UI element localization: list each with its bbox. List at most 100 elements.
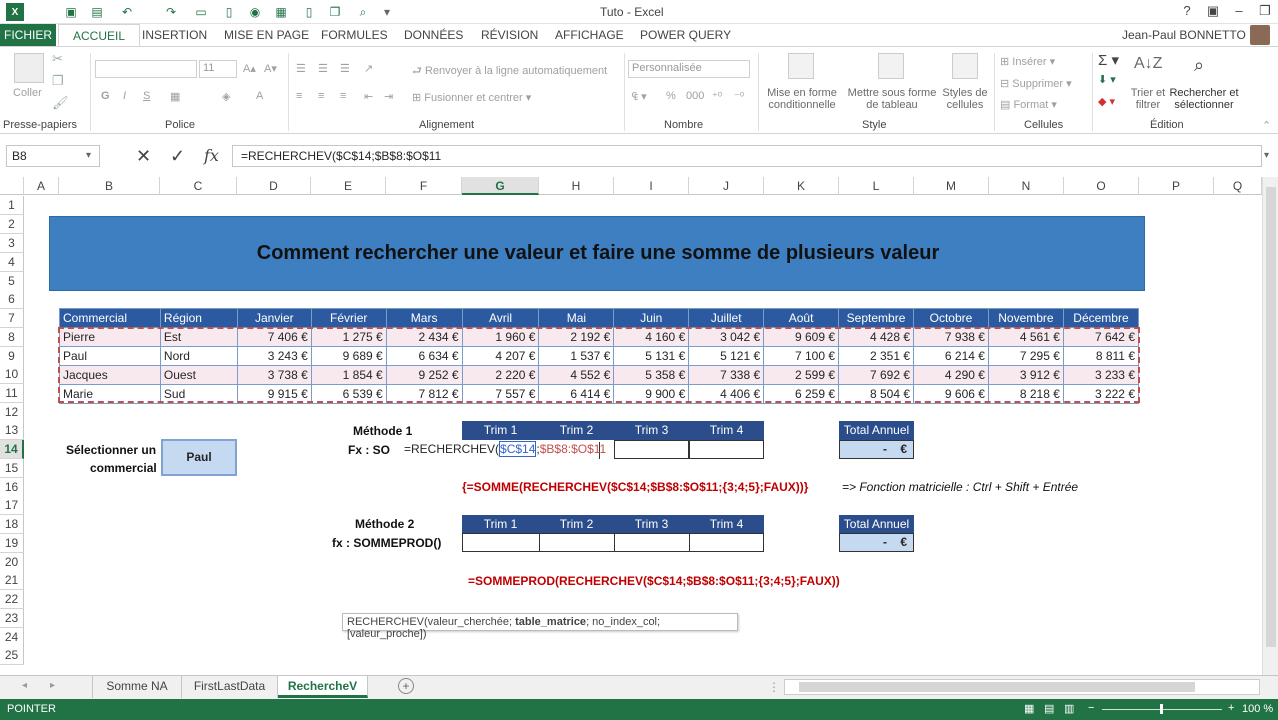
insert-function-icon[interactable]: fx	[204, 146, 219, 165]
cell[interactable]: 4 160 €	[613, 327, 690, 347]
row-header[interactable]: 24	[0, 628, 24, 647]
cell[interactable]: 3 243 €	[236, 346, 312, 366]
page-layout-icon[interactable]: ▤	[1044, 702, 1054, 715]
zoom-level[interactable]: 100 %	[1242, 703, 1273, 715]
row-header[interactable]: 16	[0, 478, 24, 497]
header-cell[interactable]: Février	[310, 308, 387, 328]
font-name-combo[interactable]	[95, 60, 197, 78]
row-header[interactable]: 21	[0, 571, 24, 590]
page-break-icon[interactable]: ▥	[1064, 702, 1074, 715]
row-header[interactable]: 1	[0, 196, 24, 215]
cell[interactable]: 6 214 €	[913, 346, 989, 366]
column-header[interactable]: L	[839, 177, 914, 195]
m2-total-annuel-value[interactable]: - €	[839, 533, 914, 552]
autosum-icon[interactable]: Σ ▾	[1098, 51, 1119, 69]
row-header[interactable]: 2	[0, 215, 24, 234]
help-icon[interactable]: ?	[1178, 3, 1196, 21]
column-header-active[interactable]: G	[462, 177, 539, 195]
m2-trim2-cell[interactable]	[539, 533, 615, 552]
row-header[interactable]: 25	[0, 646, 24, 665]
header-cell[interactable]: Octobre	[913, 308, 989, 328]
cell[interactable]: 8 504 €	[838, 384, 915, 404]
minimize-icon[interactable]: –	[1230, 3, 1248, 21]
cell[interactable]: 8 218 €	[987, 384, 1064, 404]
function-tooltip[interactable]: RECHERCHEV(valeur_cherchée; table_matric…	[342, 613, 738, 640]
tab-formules[interactable]: FORMULES	[321, 28, 388, 42]
column-header[interactable]: N	[989, 177, 1064, 195]
conditional-formatting-button[interactable]: Mise en forme conditionnelle	[766, 87, 838, 111]
align-right-icon[interactable]: ≡	[340, 90, 346, 102]
cell[interactable]: 2 220 €	[461, 365, 540, 385]
header-cell[interactable]: Région	[159, 308, 238, 328]
name-box-dropdown-icon[interactable]: ▾	[86, 150, 91, 161]
row-header[interactable]: 12	[0, 403, 24, 422]
format-painter-icon[interactable]: 🖌	[52, 95, 69, 111]
column-header[interactable]: E	[311, 177, 386, 195]
sheet-tab-recherchev[interactable]: RechercheV	[278, 676, 368, 698]
cell[interactable]: 3 738 €	[236, 365, 312, 385]
find-select-button[interactable]: Rechercher et sélectionner	[1168, 87, 1240, 111]
cell[interactable]: 8 811 €	[1062, 346, 1140, 366]
insert-button[interactable]: ⊞ Insérer ▾	[1000, 55, 1055, 68]
cell[interactable]: 2 599 €	[763, 365, 840, 385]
ribbon-options-icon[interactable]: ▣	[1204, 3, 1222, 21]
cell[interactable]: 7 557 €	[461, 384, 540, 404]
cell[interactable]: 2 351 €	[838, 346, 915, 366]
paste-button[interactable]: Coller	[13, 87, 42, 99]
m2-trim4-cell[interactable]	[689, 533, 764, 552]
restore-icon[interactable]: ❐	[1256, 3, 1274, 21]
cell[interactable]: 7 100 €	[763, 346, 840, 366]
column-header[interactable]: P	[1139, 177, 1214, 195]
header-cell[interactable]: Août	[763, 308, 840, 328]
cell[interactable]: 4 561 €	[987, 327, 1064, 347]
format-button[interactable]: ▤ Format ▾	[1000, 98, 1057, 111]
vertical-scrollbar[interactable]	[1262, 177, 1278, 675]
cell[interactable]: 7 338 €	[688, 365, 765, 385]
tab-split-handle[interactable]: ⋮	[768, 680, 780, 694]
cell[interactable]: 3 233 €	[1062, 365, 1140, 385]
cell[interactable]: 5 131 €	[613, 346, 690, 366]
cell[interactable]: Marie	[59, 384, 161, 404]
cell[interactable]: 9 915 €	[236, 384, 312, 404]
tab-affichage[interactable]: AFFICHAGE	[555, 28, 624, 42]
row-header[interactable]: 5	[0, 272, 24, 291]
cell[interactable]: Est	[159, 327, 238, 347]
m2-trim1-cell[interactable]	[462, 533, 540, 552]
row-header[interactable]: 7	[0, 309, 24, 328]
save-icon[interactable]: ▣	[62, 3, 80, 21]
row-header[interactable]: 23	[0, 609, 24, 628]
undo-icon[interactable]: ↶	[118, 3, 136, 21]
thousands-icon[interactable]: 000	[686, 90, 704, 102]
camera-icon[interactable]: ◉	[246, 3, 264, 21]
cell[interactable]: 7 642 €	[1062, 327, 1140, 347]
confirm-icon[interactable]: ✓	[170, 146, 185, 167]
cell[interactable]: 4 428 €	[838, 327, 915, 347]
row-header[interactable]: 4	[0, 253, 24, 272]
paste-icon[interactable]	[14, 53, 44, 83]
column-header[interactable]: F	[386, 177, 462, 195]
cell[interactable]: 7 812 €	[385, 384, 463, 404]
align-center-icon[interactable]: ≡	[318, 90, 324, 102]
tab-mise-en-page[interactable]: MISE EN PAGE	[224, 28, 309, 42]
header-cell[interactable]: Décembre	[1062, 308, 1140, 328]
column-header[interactable]: J	[689, 177, 764, 195]
formula-input[interactable]: =RECHERCHEV($C$14;$B$8:$O$11	[232, 145, 1262, 167]
cell-styles-icon[interactable]	[952, 53, 978, 79]
horizontal-scroll-thumb[interactable]	[799, 682, 1195, 692]
align-middle-icon[interactable]: ☰	[318, 62, 328, 75]
cell[interactable]: 9 900 €	[613, 384, 690, 404]
header-cell[interactable]: Commercial	[59, 308, 161, 328]
row-header[interactable]: 20	[0, 553, 24, 572]
conditional-formatting-icon[interactable]	[788, 53, 814, 79]
cell[interactable]: 4 552 €	[538, 365, 615, 385]
cell[interactable]: 5 121 €	[688, 346, 765, 366]
header-cell[interactable]: Mars	[385, 308, 463, 328]
collapse-ribbon-icon[interactable]: ⌃	[1262, 119, 1271, 132]
cell[interactable]: 6 634 €	[385, 346, 463, 366]
delete-button[interactable]: ⊟ Supprimer ▾	[1000, 77, 1072, 90]
zoom-slider-thumb[interactable]	[1160, 704, 1163, 714]
row-header[interactable]: 22	[0, 590, 24, 609]
row-header-active[interactable]: 14	[0, 440, 24, 459]
total-annuel-value[interactable]: - €	[839, 440, 914, 459]
m2-trim3-cell[interactable]	[614, 533, 690, 552]
